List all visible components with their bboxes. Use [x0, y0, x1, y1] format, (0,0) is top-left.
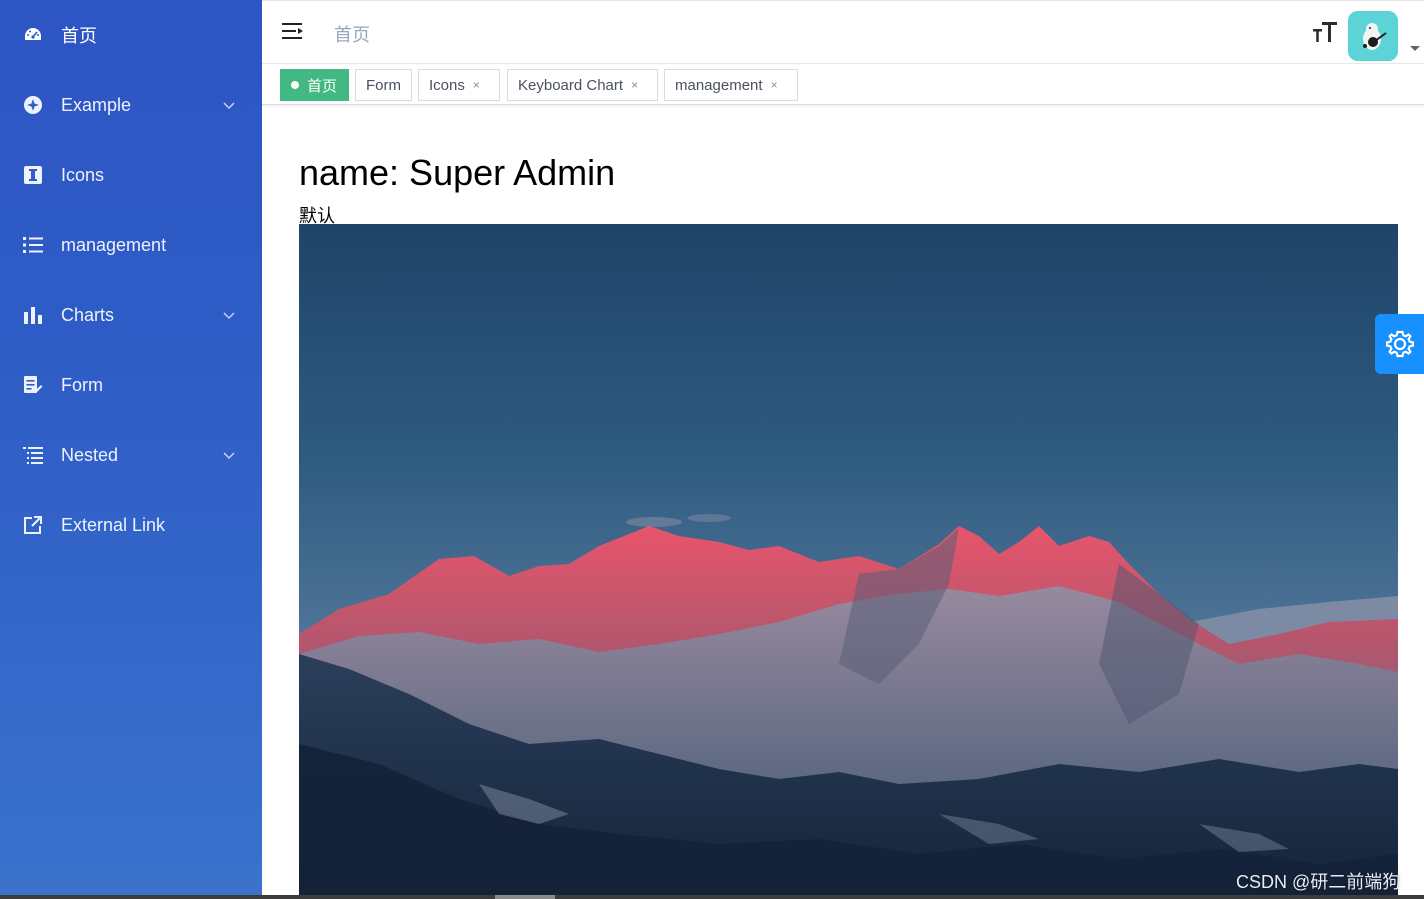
scrollbar-thumb[interactable]	[495, 895, 555, 899]
chevron-down-icon	[223, 102, 235, 110]
sidebar-item-label: Form	[61, 374, 103, 395]
avatar[interactable]	[1348, 11, 1398, 61]
icons-icon	[23, 165, 43, 185]
nested-icon	[23, 445, 43, 465]
tag-label: 首页	[307, 77, 338, 95]
sidebar-item-management[interactable]: management	[0, 210, 262, 280]
sidebar-item-label: External Link	[61, 514, 166, 535]
sidebar: 首页 Example Icons management Charts Form …	[0, 0, 262, 895]
chevron-down-icon	[223, 452, 235, 460]
breadcrumb: 首页	[334, 25, 370, 45]
chart-icon	[23, 305, 43, 325]
tags-view: 首页 Form Icons × Keyboard Chart × managem…	[262, 65, 1424, 105]
tag-home[interactable]: 首页	[280, 69, 349, 101]
tag-label: Form	[366, 76, 401, 94]
main-content: name: Super Admin 默认	[262, 106, 1424, 895]
active-dot-icon	[291, 81, 299, 89]
list-icon	[23, 235, 43, 255]
close-icon[interactable]: ×	[631, 78, 638, 92]
close-icon[interactable]: ×	[473, 78, 480, 92]
sidebar-item-label: management	[61, 234, 167, 255]
sidebar-item-nested[interactable]: Nested	[0, 420, 262, 490]
tag-icons[interactable]: Icons ×	[418, 69, 500, 101]
tag-management[interactable]: management ×	[664, 69, 798, 101]
form-icon	[23, 375, 43, 395]
sidebar-item-label: Charts	[61, 304, 115, 325]
sidebar-item-charts[interactable]: Charts	[0, 280, 262, 350]
sidebar-item-home[interactable]: 首页	[0, 0, 262, 70]
sidebar-item-external-link[interactable]: External Link	[0, 490, 262, 560]
navbar: 首页	[262, 0, 1424, 64]
external-link-icon	[23, 515, 43, 535]
mountain-photo	[299, 224, 1398, 895]
gear-icon	[1385, 330, 1414, 358]
sidebar-item-form[interactable]: Form	[0, 350, 262, 420]
tag-label: management	[675, 76, 763, 94]
sidebar-item-label: 首页	[61, 26, 97, 46]
app: 首页 Example Icons management Charts Form …	[0, 0, 1424, 899]
dashboard-icon	[23, 25, 43, 45]
sidebar-item-label: Example	[61, 94, 132, 115]
sidebar-item-label: Icons	[61, 164, 105, 185]
watermark: CSDN @研二前端狗	[1236, 872, 1401, 892]
tag-label: Keyboard Chart	[518, 76, 624, 94]
text-size-icon[interactable]	[1312, 19, 1338, 45]
close-icon[interactable]: ×	[771, 78, 778, 92]
example-icon	[23, 95, 43, 115]
sidebar-item-example[interactable]: Example	[0, 70, 262, 140]
avatar-image	[1348, 11, 1398, 61]
horizontal-scrollbar[interactable]	[0, 895, 1424, 899]
tag-keyboard-chart[interactable]: Keyboard Chart ×	[507, 69, 658, 101]
tag-label: Icons	[429, 76, 465, 94]
hamburger-icon[interactable]	[282, 21, 304, 41]
settings-button[interactable]	[1375, 314, 1424, 374]
sidebar-item-icons[interactable]: Icons	[0, 140, 262, 210]
dropdown-caret-icon[interactable]	[1410, 46, 1420, 51]
sidebar-item-label: Nested	[61, 444, 119, 465]
page-title: name: Super Admin	[299, 152, 616, 193]
tag-form[interactable]: Form	[355, 69, 412, 101]
chevron-down-icon	[223, 312, 235, 320]
